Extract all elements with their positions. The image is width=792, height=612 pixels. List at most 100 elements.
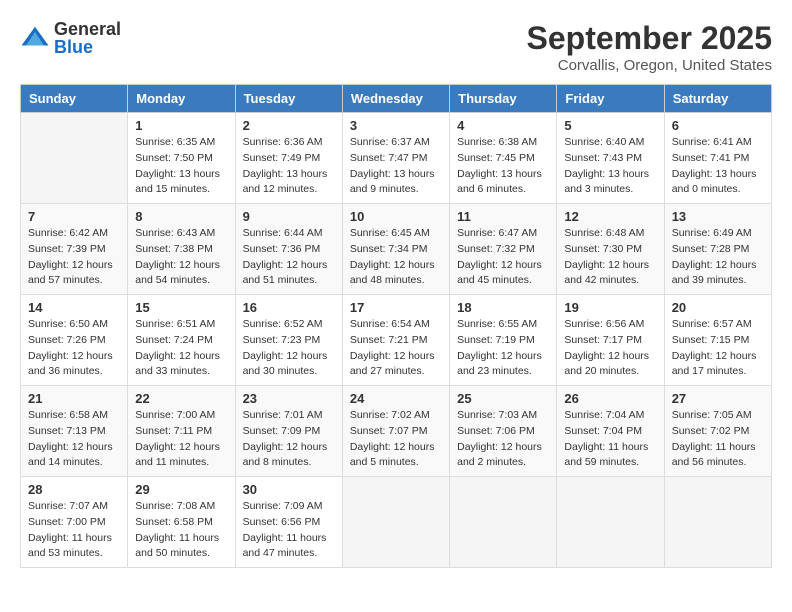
day-info: Sunrise: 6:36 AMSunset: 7:49 PMDaylight:… (243, 135, 335, 198)
day-info: Sunrise: 6:35 AMSunset: 7:50 PMDaylight:… (135, 135, 227, 198)
weekday-header: Tuesday (235, 85, 342, 113)
day-number: 7 (28, 209, 120, 224)
calendar-day-cell: 13 Sunrise: 6:49 AMSunset: 7:28 PMDayligh… (664, 204, 771, 295)
day-info: Sunrise: 6:57 AMSunset: 7:15 PMDaylight:… (672, 317, 764, 380)
day-number: 16 (243, 300, 335, 315)
day-number: 1 (135, 118, 227, 133)
day-number: 30 (243, 482, 335, 497)
day-info: Sunrise: 6:54 AMSunset: 7:21 PMDaylight:… (350, 317, 442, 380)
day-info: Sunrise: 6:56 AMSunset: 7:17 PMDaylight:… (564, 317, 656, 380)
day-number: 20 (672, 300, 764, 315)
calendar-day-cell (342, 477, 449, 568)
logo-icon (20, 23, 50, 53)
title-block: September 2025 Corvallis, Oregon, United… (527, 20, 772, 74)
day-info: Sunrise: 6:44 AMSunset: 7:36 PMDaylight:… (243, 226, 335, 289)
day-info: Sunrise: 7:02 AMSunset: 7:07 PMDaylight:… (350, 408, 442, 471)
calendar-week-row: 7 Sunrise: 6:42 AMSunset: 7:39 PMDaylight… (21, 204, 772, 295)
day-number: 15 (135, 300, 227, 315)
calendar-day-cell: 27Sunrise: 7:05 AMSunset: 7:02 PMDayligh… (664, 386, 771, 477)
calendar-table: SundayMondayTuesdayWednesdayThursdayFrid… (20, 84, 772, 568)
weekday-header: Monday (128, 85, 235, 113)
weekday-header: Saturday (664, 85, 771, 113)
day-info: Sunrise: 6:45 AMSunset: 7:34 PMDaylight:… (350, 226, 442, 289)
calendar-day-cell: 19 Sunrise: 6:56 AMSunset: 7:17 PMDayligh… (557, 295, 664, 386)
calendar-day-cell: 6Sunrise: 6:41 AMSunset: 7:41 PMDaylight… (664, 113, 771, 204)
day-info: Sunrise: 7:05 AMSunset: 7:02 PMDaylight:… (672, 408, 764, 471)
day-info: Sunrise: 6:55 AMSunset: 7:19 PMDaylight:… (457, 317, 549, 380)
day-info: Sunrise: 7:01 AMSunset: 7:09 PMDaylight:… (243, 408, 335, 471)
calendar-day-cell: 7 Sunrise: 6:42 AMSunset: 7:39 PMDaylight… (21, 204, 128, 295)
month-title: September 2025 (527, 20, 772, 57)
calendar-day-cell: 26Sunrise: 7:04 AMSunset: 7:04 PMDayligh… (557, 386, 664, 477)
calendar-day-cell: 20 Sunrise: 6:57 AMSunset: 7:15 PMDayligh… (664, 295, 771, 386)
calendar-day-cell: 11Sunrise: 6:47 AMSunset: 7:32 PMDayligh… (450, 204, 557, 295)
day-info: Sunrise: 7:08 AMSunset: 6:58 PMDaylight:… (135, 499, 227, 562)
day-number: 29 (135, 482, 227, 497)
calendar-week-row: 14Sunrise: 6:50 AMSunset: 7:26 PMDayligh… (21, 295, 772, 386)
day-number: 25 (457, 391, 549, 406)
calendar-day-cell: 17 Sunrise: 6:54 AMSunset: 7:21 PMDayligh… (342, 295, 449, 386)
day-number: 18 (457, 300, 549, 315)
day-info: Sunrise: 7:00 AMSunset: 7:11 PMDaylight:… (135, 408, 227, 471)
calendar-day-cell: 25 Sunrise: 7:03 AMSunset: 7:06 PMDayligh… (450, 386, 557, 477)
day-number: 21 (28, 391, 120, 406)
weekday-header: Thursday (450, 85, 557, 113)
day-info: Sunrise: 6:42 AMSunset: 7:39 PMDaylight:… (28, 226, 120, 289)
calendar-day-cell (664, 477, 771, 568)
logo-blue-text: Blue (54, 38, 121, 56)
calendar-day-cell: 30Sunrise: 7:09 AMSunset: 6:56 PMDayligh… (235, 477, 342, 568)
calendar-day-cell: 21 Sunrise: 6:58 AMSunset: 7:13 PMDayligh… (21, 386, 128, 477)
calendar-day-cell: 5Sunrise: 6:40 AMSunset: 7:43 PMDaylight… (557, 113, 664, 204)
calendar-day-cell (450, 477, 557, 568)
calendar-day-cell (21, 113, 128, 204)
day-info: Sunrise: 6:51 AMSunset: 7:24 PMDaylight:… (135, 317, 227, 380)
day-number: 9 (243, 209, 335, 224)
calendar-day-cell: 4 Sunrise: 6:38 AMSunset: 7:45 PMDaylight… (450, 113, 557, 204)
weekday-header: Sunday (21, 85, 128, 113)
calendar-day-cell: 14Sunrise: 6:50 AMSunset: 7:26 PMDayligh… (21, 295, 128, 386)
day-info: Sunrise: 6:43 AMSunset: 7:38 PMDaylight:… (135, 226, 227, 289)
logo: General Blue (20, 20, 121, 56)
day-number: 3 (350, 118, 442, 133)
day-number: 14 (28, 300, 120, 315)
calendar-day-cell: 16Sunrise: 6:52 AMSunset: 7:23 PMDayligh… (235, 295, 342, 386)
day-number: 10 (350, 209, 442, 224)
weekday-header: Friday (557, 85, 664, 113)
day-info: Sunrise: 6:58 AMSunset: 7:13 PMDaylight:… (28, 408, 120, 471)
day-number: 19 (564, 300, 656, 315)
day-info: Sunrise: 6:40 AMSunset: 7:43 PMDaylight:… (564, 135, 656, 198)
calendar-day-cell: 22 Sunrise: 7:00 AMSunset: 7:11 PMDayligh… (128, 386, 235, 477)
day-number: 17 (350, 300, 442, 315)
calendar-day-cell: 9 Sunrise: 6:44 AMSunset: 7:36 PMDaylight… (235, 204, 342, 295)
calendar-day-cell: 3Sunrise: 6:37 AMSunset: 7:47 PMDaylight… (342, 113, 449, 204)
calendar-day-cell: 8 Sunrise: 6:43 AMSunset: 7:38 PMDaylight… (128, 204, 235, 295)
day-number: 28 (28, 482, 120, 497)
calendar-day-cell (557, 477, 664, 568)
calendar-day-cell: 29 Sunrise: 7:08 AMSunset: 6:58 PMDayligh… (128, 477, 235, 568)
calendar-day-cell: 28 Sunrise: 7:07 AMSunset: 7:00 PMDayligh… (21, 477, 128, 568)
day-number: 8 (135, 209, 227, 224)
day-number: 23 (243, 391, 335, 406)
calendar-week-row: 1 Sunrise: 6:35 AMSunset: 7:50 PMDaylight… (21, 113, 772, 204)
day-info: Sunrise: 6:49 AMSunset: 7:28 PMDaylight:… (672, 226, 764, 289)
calendar-day-cell: 15 Sunrise: 6:51 AMSunset: 7:24 PMDayligh… (128, 295, 235, 386)
logo-general-text: General (54, 20, 121, 38)
day-info: Sunrise: 7:03 AMSunset: 7:06 PMDaylight:… (457, 408, 549, 471)
day-number: 2 (243, 118, 335, 133)
day-info: Sunrise: 6:48 AMSunset: 7:30 PMDaylight:… (564, 226, 656, 289)
day-number: 26 (564, 391, 656, 406)
day-number: 24 (350, 391, 442, 406)
day-info: Sunrise: 7:07 AMSunset: 7:00 PMDaylight:… (28, 499, 120, 562)
day-info: Sunrise: 6:38 AMSunset: 7:45 PMDaylight:… (457, 135, 549, 198)
page-header: General Blue September 2025 Corvallis, O… (20, 20, 772, 74)
weekday-header: Wednesday (342, 85, 449, 113)
day-number: 4 (457, 118, 549, 133)
day-number: 13 (672, 209, 764, 224)
day-number: 6 (672, 118, 764, 133)
location-title: Corvallis, Oregon, United States (527, 57, 772, 74)
calendar-week-row: 21 Sunrise: 6:58 AMSunset: 7:13 PMDayligh… (21, 386, 772, 477)
day-number: 12 (564, 209, 656, 224)
calendar-day-cell: 12 Sunrise: 6:48 AMSunset: 7:30 PMDayligh… (557, 204, 664, 295)
day-number: 22 (135, 391, 227, 406)
calendar-header-row: SundayMondayTuesdayWednesdayThursdayFrid… (21, 85, 772, 113)
